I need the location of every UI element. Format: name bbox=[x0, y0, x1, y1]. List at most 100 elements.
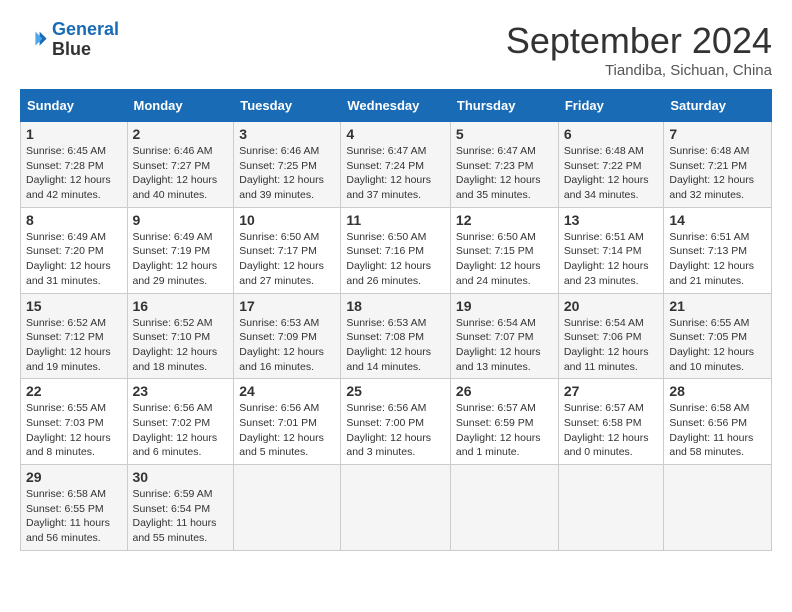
day-info: Sunrise: 6:47 AMSunset: 7:24 PMDaylight:… bbox=[346, 144, 445, 203]
calendar-cell: 1 Sunrise: 6:45 AMSunset: 7:28 PMDayligh… bbox=[21, 122, 128, 208]
calendar-cell: 4 Sunrise: 6:47 AMSunset: 7:24 PMDayligh… bbox=[341, 122, 451, 208]
day-info: Sunrise: 6:56 AMSunset: 7:00 PMDaylight:… bbox=[346, 401, 445, 460]
day-info: Sunrise: 6:52 AMSunset: 7:12 PMDaylight:… bbox=[26, 316, 122, 375]
day-number: 2 bbox=[133, 126, 229, 142]
calendar-table: Sunday Monday Tuesday Wednesday Thursday… bbox=[20, 89, 772, 551]
day-info: Sunrise: 6:50 AMSunset: 7:16 PMDaylight:… bbox=[346, 230, 445, 289]
calendar-header-row: Sunday Monday Tuesday Wednesday Thursday… bbox=[21, 90, 772, 122]
calendar-cell: 23 Sunrise: 6:56 AMSunset: 7:02 PMDaylig… bbox=[127, 379, 234, 465]
calendar-cell: 20 Sunrise: 6:54 AMSunset: 7:06 PMDaylig… bbox=[558, 293, 664, 379]
day-number: 5 bbox=[456, 126, 553, 142]
day-number: 24 bbox=[239, 383, 335, 399]
day-number: 4 bbox=[346, 126, 445, 142]
calendar-week-row: 8 Sunrise: 6:49 AMSunset: 7:20 PMDayligh… bbox=[21, 207, 772, 293]
day-info: Sunrise: 6:48 AMSunset: 7:22 PMDaylight:… bbox=[564, 144, 659, 203]
day-info: Sunrise: 6:45 AMSunset: 7:28 PMDaylight:… bbox=[26, 144, 122, 203]
day-number: 10 bbox=[239, 212, 335, 228]
day-number: 30 bbox=[133, 469, 229, 485]
calendar-week-row: 15 Sunrise: 6:52 AMSunset: 7:12 PMDaylig… bbox=[21, 293, 772, 379]
day-number: 22 bbox=[26, 383, 122, 399]
title-block: September 2024 Tiandiba, Sichuan, China bbox=[506, 20, 772, 79]
calendar-cell: 9 Sunrise: 6:49 AMSunset: 7:19 PMDayligh… bbox=[127, 207, 234, 293]
calendar-cell: 8 Sunrise: 6:49 AMSunset: 7:20 PMDayligh… bbox=[21, 207, 128, 293]
header-thursday: Thursday bbox=[450, 90, 558, 122]
day-info: Sunrise: 6:58 AMSunset: 6:55 PMDaylight:… bbox=[26, 487, 122, 546]
day-number: 28 bbox=[669, 383, 766, 399]
day-number: 11 bbox=[346, 212, 445, 228]
day-number: 14 bbox=[669, 212, 766, 228]
day-number: 21 bbox=[669, 298, 766, 314]
calendar-cell: 21 Sunrise: 6:55 AMSunset: 7:05 PMDaylig… bbox=[664, 293, 772, 379]
calendar-week-row: 29 Sunrise: 6:58 AMSunset: 6:55 PMDaylig… bbox=[21, 465, 772, 551]
day-info: Sunrise: 6:51 AMSunset: 7:13 PMDaylight:… bbox=[669, 230, 766, 289]
header-monday: Monday bbox=[127, 90, 234, 122]
day-number: 6 bbox=[564, 126, 659, 142]
calendar-week-row: 1 Sunrise: 6:45 AMSunset: 7:28 PMDayligh… bbox=[21, 122, 772, 208]
day-info: Sunrise: 6:55 AMSunset: 7:05 PMDaylight:… bbox=[669, 316, 766, 375]
day-number: 29 bbox=[26, 469, 122, 485]
day-info: Sunrise: 6:51 AMSunset: 7:14 PMDaylight:… bbox=[564, 230, 659, 289]
day-info: Sunrise: 6:50 AMSunset: 7:17 PMDaylight:… bbox=[239, 230, 335, 289]
day-info: Sunrise: 6:57 AMSunset: 6:59 PMDaylight:… bbox=[456, 401, 553, 460]
day-number: 23 bbox=[133, 383, 229, 399]
calendar-cell: 17 Sunrise: 6:53 AMSunset: 7:09 PMDaylig… bbox=[234, 293, 341, 379]
calendar-cell: 19 Sunrise: 6:54 AMSunset: 7:07 PMDaylig… bbox=[450, 293, 558, 379]
day-info: Sunrise: 6:53 AMSunset: 7:08 PMDaylight:… bbox=[346, 316, 445, 375]
day-info: Sunrise: 6:59 AMSunset: 6:54 PMDaylight:… bbox=[133, 487, 229, 546]
day-info: Sunrise: 6:46 AMSunset: 7:25 PMDaylight:… bbox=[239, 144, 335, 203]
day-info: Sunrise: 6:52 AMSunset: 7:10 PMDaylight:… bbox=[133, 316, 229, 375]
day-number: 13 bbox=[564, 212, 659, 228]
day-number: 25 bbox=[346, 383, 445, 399]
calendar-cell: 24 Sunrise: 6:56 AMSunset: 7:01 PMDaylig… bbox=[234, 379, 341, 465]
day-info: Sunrise: 6:56 AMSunset: 7:02 PMDaylight:… bbox=[133, 401, 229, 460]
calendar-cell: 26 Sunrise: 6:57 AMSunset: 6:59 PMDaylig… bbox=[450, 379, 558, 465]
day-number: 26 bbox=[456, 383, 553, 399]
calendar-cell: 3 Sunrise: 6:46 AMSunset: 7:25 PMDayligh… bbox=[234, 122, 341, 208]
calendar-cell: 28 Sunrise: 6:58 AMSunset: 6:56 PMDaylig… bbox=[664, 379, 772, 465]
calendar-cell: 22 Sunrise: 6:55 AMSunset: 7:03 PMDaylig… bbox=[21, 379, 128, 465]
calendar-cell: 12 Sunrise: 6:50 AMSunset: 7:15 PMDaylig… bbox=[450, 207, 558, 293]
day-number: 15 bbox=[26, 298, 122, 314]
page-header: General Blue September 2024 Tiandiba, Si… bbox=[20, 20, 772, 79]
header-sunday: Sunday bbox=[21, 90, 128, 122]
day-info: Sunrise: 6:54 AMSunset: 7:06 PMDaylight:… bbox=[564, 316, 659, 375]
header-saturday: Saturday bbox=[664, 90, 772, 122]
month-title: September 2024 bbox=[506, 20, 772, 62]
calendar-cell: 27 Sunrise: 6:57 AMSunset: 6:58 PMDaylig… bbox=[558, 379, 664, 465]
calendar-cell: 2 Sunrise: 6:46 AMSunset: 7:27 PMDayligh… bbox=[127, 122, 234, 208]
day-info: Sunrise: 6:50 AMSunset: 7:15 PMDaylight:… bbox=[456, 230, 553, 289]
logo: General Blue bbox=[20, 20, 119, 60]
day-info: Sunrise: 6:57 AMSunset: 6:58 PMDaylight:… bbox=[564, 401, 659, 460]
day-info: Sunrise: 6:49 AMSunset: 7:19 PMDaylight:… bbox=[133, 230, 229, 289]
calendar-cell bbox=[450, 465, 558, 551]
day-info: Sunrise: 6:47 AMSunset: 7:23 PMDaylight:… bbox=[456, 144, 553, 203]
calendar-cell: 14 Sunrise: 6:51 AMSunset: 7:13 PMDaylig… bbox=[664, 207, 772, 293]
calendar-cell bbox=[664, 465, 772, 551]
calendar-cell: 18 Sunrise: 6:53 AMSunset: 7:08 PMDaylig… bbox=[341, 293, 451, 379]
logo-text: General Blue bbox=[52, 20, 119, 60]
header-tuesday: Tuesday bbox=[234, 90, 341, 122]
day-number: 7 bbox=[669, 126, 766, 142]
calendar-cell: 16 Sunrise: 6:52 AMSunset: 7:10 PMDaylig… bbox=[127, 293, 234, 379]
calendar-cell bbox=[341, 465, 451, 551]
calendar-cell bbox=[558, 465, 664, 551]
calendar-cell: 11 Sunrise: 6:50 AMSunset: 7:16 PMDaylig… bbox=[341, 207, 451, 293]
calendar-cell: 7 Sunrise: 6:48 AMSunset: 7:21 PMDayligh… bbox=[664, 122, 772, 208]
day-number: 9 bbox=[133, 212, 229, 228]
day-info: Sunrise: 6:58 AMSunset: 6:56 PMDaylight:… bbox=[669, 401, 766, 460]
calendar-cell: 13 Sunrise: 6:51 AMSunset: 7:14 PMDaylig… bbox=[558, 207, 664, 293]
day-info: Sunrise: 6:53 AMSunset: 7:09 PMDaylight:… bbox=[239, 316, 335, 375]
day-info: Sunrise: 6:56 AMSunset: 7:01 PMDaylight:… bbox=[239, 401, 335, 460]
day-number: 20 bbox=[564, 298, 659, 314]
logo-icon bbox=[20, 26, 48, 54]
day-info: Sunrise: 6:49 AMSunset: 7:20 PMDaylight:… bbox=[26, 230, 122, 289]
day-number: 27 bbox=[564, 383, 659, 399]
day-number: 8 bbox=[26, 212, 122, 228]
day-number: 1 bbox=[26, 126, 122, 142]
day-number: 16 bbox=[133, 298, 229, 314]
calendar-cell: 25 Sunrise: 6:56 AMSunset: 7:00 PMDaylig… bbox=[341, 379, 451, 465]
day-number: 18 bbox=[346, 298, 445, 314]
calendar-cell: 30 Sunrise: 6:59 AMSunset: 6:54 PMDaylig… bbox=[127, 465, 234, 551]
calendar-cell: 5 Sunrise: 6:47 AMSunset: 7:23 PMDayligh… bbox=[450, 122, 558, 208]
calendar-cell: 6 Sunrise: 6:48 AMSunset: 7:22 PMDayligh… bbox=[558, 122, 664, 208]
